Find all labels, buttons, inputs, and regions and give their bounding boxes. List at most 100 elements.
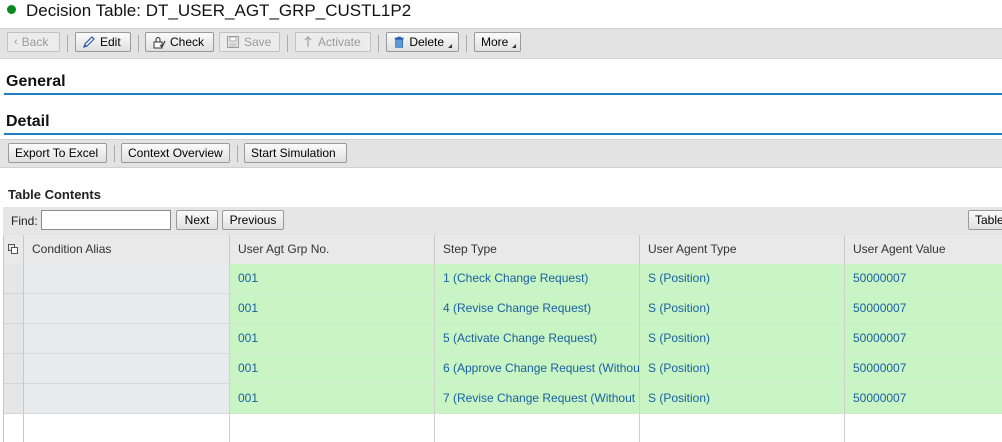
more-button[interactable]: More <box>474 32 521 52</box>
table-button-label: Table <box>975 213 1002 227</box>
more-label: More <box>481 35 509 49</box>
table-contents-heading: Table Contents <box>8 187 101 202</box>
previous-label: Previous <box>229 213 277 227</box>
column-header-step-type[interactable]: Step Type <box>435 235 640 264</box>
context-overview-button[interactable]: Context Overview <box>121 143 230 163</box>
toolbar-separator <box>287 35 288 52</box>
table-cell[interactable]: S (Position) <box>640 354 845 384</box>
previous-button[interactable]: Previous <box>222 210 284 230</box>
table-cell[interactable]: 7 (Revise Change Request (Without <box>435 384 640 414</box>
floppy-disk-icon <box>227 36 239 48</box>
table-header-row: Condition Alias User Agt Grp No. Step Ty… <box>4 235 1002 265</box>
table-row[interactable]: 001 1 (Check Change Request) S (Position) 5… <box>4 264 1002 294</box>
table-cell[interactable]: 001 <box>230 384 435 414</box>
toolbar-separator <box>67 35 68 52</box>
table-cell[interactable]: 50000007 <box>845 264 1002 294</box>
table-cell[interactable] <box>24 324 230 354</box>
export-to-excel-button[interactable]: Export To Excel <box>8 143 107 163</box>
table-cell[interactable]: S (Position) <box>640 264 845 294</box>
toolbar-separator <box>138 35 139 52</box>
table-cell[interactable]: 4 (Revise Change Request) <box>435 294 640 324</box>
save-label: Save <box>244 35 272 49</box>
table-row[interactable]: 001 6 (Approve Change Request (Without S (… <box>4 354 1002 384</box>
toolbar-separator <box>114 145 115 162</box>
column-header-user-agent-type[interactable]: User Agent Type <box>640 235 845 264</box>
row-selector[interactable] <box>4 354 24 384</box>
detail-toolbar: Export To Excel Context Overview Start S… <box>0 139 1002 168</box>
simulation-label: Start Simulation <box>251 146 336 160</box>
row-selector[interactable] <box>4 384 24 414</box>
table-cell[interactable] <box>24 294 230 324</box>
table-cell[interactable]: 001 <box>230 294 435 324</box>
activate-button[interactable]: Activate <box>295 32 371 52</box>
table-cell[interactable]: S (Position) <box>640 294 845 324</box>
row-selector[interactable] <box>4 414 24 442</box>
table-cell[interactable]: 50000007 <box>845 294 1002 324</box>
table-cell[interactable]: 001 <box>230 354 435 384</box>
next-button[interactable]: Next <box>176 210 218 230</box>
back-button[interactable]: ‹ Back <box>7 32 60 52</box>
back-label: Back <box>21 35 49 49</box>
column-header-condition-alias[interactable]: Condition Alias <box>24 235 230 264</box>
table-cell[interactable] <box>845 414 1002 442</box>
dropdown-triangle-icon <box>448 43 452 48</box>
table-cell[interactable] <box>24 264 230 294</box>
dropdown-triangle-icon <box>512 43 517 48</box>
pencil-icon <box>83 36 95 48</box>
select-all-cell[interactable] <box>4 235 24 264</box>
check-label: Check <box>170 35 205 49</box>
find-input[interactable] <box>41 210 171 230</box>
start-simulation-button[interactable]: Start Simulation <box>244 143 347 163</box>
table-cell[interactable] <box>24 384 230 414</box>
activate-label: Activate <box>318 35 361 49</box>
delete-label: Delete <box>409 35 444 49</box>
edit-button[interactable]: Edit <box>75 32 131 52</box>
table-row[interactable]: 001 4 (Revise Change Request) S (Position)… <box>4 294 1002 324</box>
select-all-icon <box>8 244 18 254</box>
table-row[interactable]: 001 5 (Activate Change Request) S (Positio… <box>4 324 1002 354</box>
toolbar-separator <box>378 35 379 52</box>
table-cell[interactable] <box>24 414 230 442</box>
table-cell[interactable]: 50000007 <box>845 384 1002 414</box>
table-cell[interactable] <box>230 414 435 442</box>
table-cell[interactable]: 001 <box>230 324 435 354</box>
next-label: Next <box>184 213 210 227</box>
column-header-user-agent-value[interactable]: User Agent Value <box>845 235 1002 264</box>
section-title-general[interactable]: General <box>6 73 66 91</box>
row-selector[interactable] <box>4 324 24 354</box>
table-row[interactable]: 001 7 (Revise Change Request (Without S (P… <box>4 384 1002 414</box>
table-cell[interactable]: 6 (Approve Change Request (Without <box>435 354 640 384</box>
table-cell[interactable] <box>24 354 230 384</box>
row-selector[interactable] <box>4 264 24 294</box>
main-toolbar: ‹ Back Edit Check Save Activate Delete M… <box>0 28 1002 59</box>
page-title: Decision Table: DT_USER_AGT_GRP_CUSTL1P2 <box>26 1 412 20</box>
table-cell[interactable]: 50000007 <box>845 324 1002 354</box>
table-cell[interactable]: S (Position) <box>640 384 845 414</box>
save-button[interactable]: Save <box>219 32 280 52</box>
table-cell[interactable]: 1 (Check Change Request) <box>435 264 640 294</box>
table-cell[interactable]: S (Position) <box>640 324 845 354</box>
export-label: Export To Excel <box>15 146 99 160</box>
table-settings-button[interactable]: Table <box>968 210 1002 230</box>
title-bar: Decision Table: DT_USER_AGT_GRP_CUSTL1P2 <box>0 0 1002 24</box>
section-title-detail[interactable]: Detail <box>6 113 50 131</box>
section-divider <box>4 93 1002 95</box>
column-header-user-agt-grp-no[interactable]: User Agt Grp No. <box>230 235 435 264</box>
table-cell[interactable] <box>640 414 845 442</box>
status-indicator-icon <box>7 5 16 14</box>
table-cell[interactable]: 001 <box>230 264 435 294</box>
delete-button[interactable]: Delete <box>386 32 459 52</box>
find-bar: Find: Next Previous Table <box>3 207 1002 235</box>
table-cell[interactable]: 50000007 <box>845 354 1002 384</box>
decision-table: Condition Alias User Agt Grp No. Step Ty… <box>3 235 1002 442</box>
table-cell[interactable] <box>435 414 640 442</box>
toolbar-separator <box>237 145 238 162</box>
table-row-empty <box>4 414 1002 442</box>
check-button[interactable]: Check <box>145 32 214 52</box>
chevron-left-icon: ‹ <box>14 36 18 48</box>
section-divider <box>4 133 1002 135</box>
row-selector[interactable] <box>4 294 24 324</box>
table-cell[interactable]: 5 (Activate Change Request) <box>435 324 640 354</box>
trash-icon <box>394 36 404 48</box>
activate-icon <box>304 36 312 47</box>
